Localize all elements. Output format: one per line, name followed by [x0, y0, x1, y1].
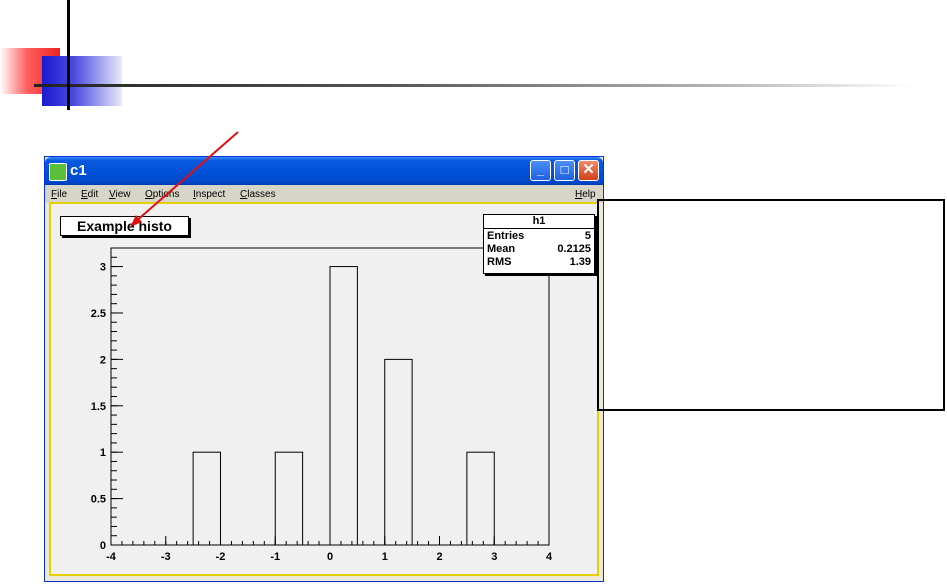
annotation-arrow	[133, 131, 239, 224]
annotation-overlay	[130, 131, 239, 227]
